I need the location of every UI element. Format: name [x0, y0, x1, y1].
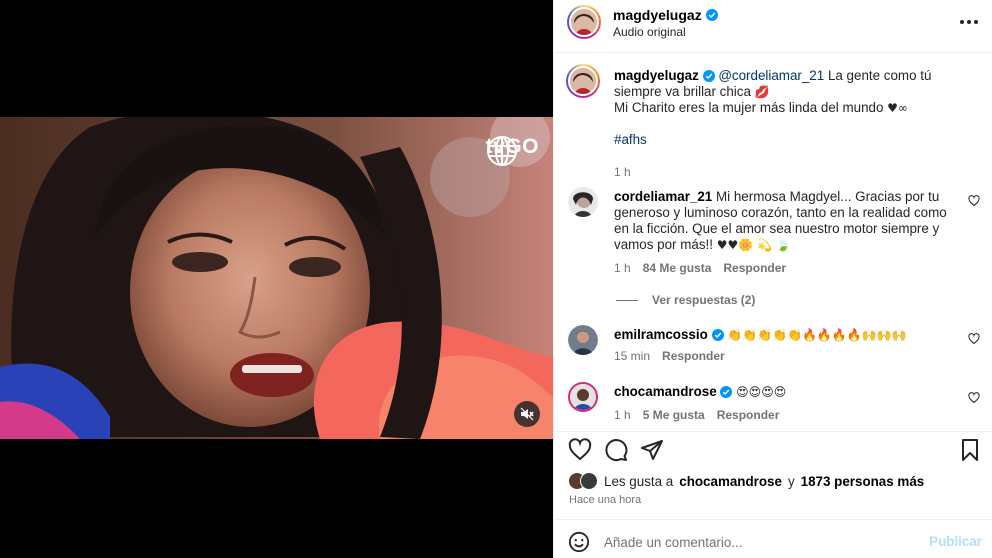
replies-divider [616, 299, 638, 301]
comment-username[interactable]: emilramcossio [614, 327, 708, 342]
verified-badge-icon [705, 9, 718, 21]
audio-label[interactable]: Audio original [613, 25, 686, 39]
share-icon[interactable] [640, 438, 664, 462]
liker-avatars [568, 472, 598, 490]
comment-emoji: 👏👏👏👏👏🔥🔥🔥🔥🙌🙌🙌 [727, 328, 907, 342]
reply-button[interactable]: Responder [717, 408, 780, 422]
post-details-pane: magdyelugaz Audio original magdyelugaz @… [553, 0, 992, 558]
caption-username[interactable]: magdyelugaz [614, 68, 699, 83]
post-actions-bar [554, 431, 992, 463]
verified-badge-icon [702, 70, 715, 83]
comment-likes[interactable]: 5 Me gusta [643, 408, 705, 422]
likes-summary[interactable]: Les gusta a chocamandrose y 1873 persona… [568, 472, 924, 490]
comment-username[interactable]: cordeliamar_21 [614, 189, 712, 204]
likes-first-user[interactable]: chocamandrose [679, 474, 782, 489]
view-replies-button[interactable]: Ver respuestas (2) [616, 293, 755, 307]
comment-username[interactable]: chocamandrose [614, 384, 717, 399]
caption-line2: Mi Charito eres la mujer más linda del m… [614, 100, 884, 115]
commenter-avatar[interactable] [568, 187, 598, 217]
comment-time[interactable]: 15 min [614, 349, 650, 363]
verified-badge-icon [720, 386, 733, 399]
comment-emoji: ♥♥🌼 💫 🍃 [716, 238, 791, 252]
smiley-icon[interactable] [568, 531, 590, 553]
author-username-text[interactable]: magdyelugaz [613, 7, 702, 23]
view-replies-label[interactable]: Ver respuestas (2) [652, 293, 755, 307]
speaker-muted-icon [520, 407, 534, 421]
comment-like-heart-icon[interactable] [968, 392, 980, 404]
likes-prefix: Les gusta a [604, 473, 674, 489]
mute-button[interactable] [514, 401, 540, 427]
globe-icon [486, 136, 517, 166]
author-username[interactable]: magdyelugaz [613, 7, 718, 23]
post-timestamp[interactable]: Hace una hora [569, 494, 641, 506]
media-pane: tvGO [0, 0, 553, 558]
comment-icon[interactable] [604, 438, 628, 462]
comment-likes[interactable]: 84 Me gusta [643, 261, 712, 275]
heart-infinity-emoji: ♥︎∞ [887, 101, 908, 115]
comment-emoji: 😍😍😍😍 [736, 385, 787, 399]
post-header: magdyelugaz Audio original [554, 0, 992, 53]
comment-time[interactable]: 1 h [614, 408, 631, 422]
reply-button[interactable]: Responder [662, 349, 725, 363]
more-options-button[interactable] [958, 14, 980, 30]
caption-avatar[interactable] [566, 64, 600, 98]
caption-time[interactable]: 1 h [614, 165, 631, 179]
comment-like-heart-icon[interactable] [968, 195, 980, 207]
video-still [0, 117, 553, 439]
heart-icon[interactable] [568, 438, 592, 462]
likes-others[interactable]: 1873 personas más [801, 474, 925, 489]
reply-button[interactable]: Responder [723, 261, 786, 275]
video-player[interactable]: tvGO [0, 117, 553, 439]
commenter-avatar[interactable] [568, 325, 598, 355]
bookmark-icon[interactable] [958, 438, 982, 462]
comment-time[interactable]: 1 h [614, 261, 631, 275]
comment-like-heart-icon[interactable] [968, 333, 980, 345]
verified-badge-icon [711, 329, 724, 342]
commenter-avatar[interactable] [568, 382, 598, 412]
author-avatar[interactable] [567, 5, 601, 39]
comments-scroller[interactable]: magdyelugaz @cordeliamar_21 La gente com… [554, 54, 992, 431]
kiss-emoji: 💋 [754, 85, 770, 99]
more-options-icon [960, 20, 964, 24]
post-comment-button[interactable]: Publicar [929, 534, 982, 549]
tvgo-watermark: tvGO [486, 135, 539, 166]
comment-input[interactable] [604, 531, 924, 553]
caption-hashtag[interactable]: #afhs [614, 132, 647, 147]
comment-composer: Publicar [554, 519, 992, 558]
caption-mention[interactable]: @cordeliamar_21 [718, 68, 824, 83]
likes-connector: y [787, 473, 795, 489]
